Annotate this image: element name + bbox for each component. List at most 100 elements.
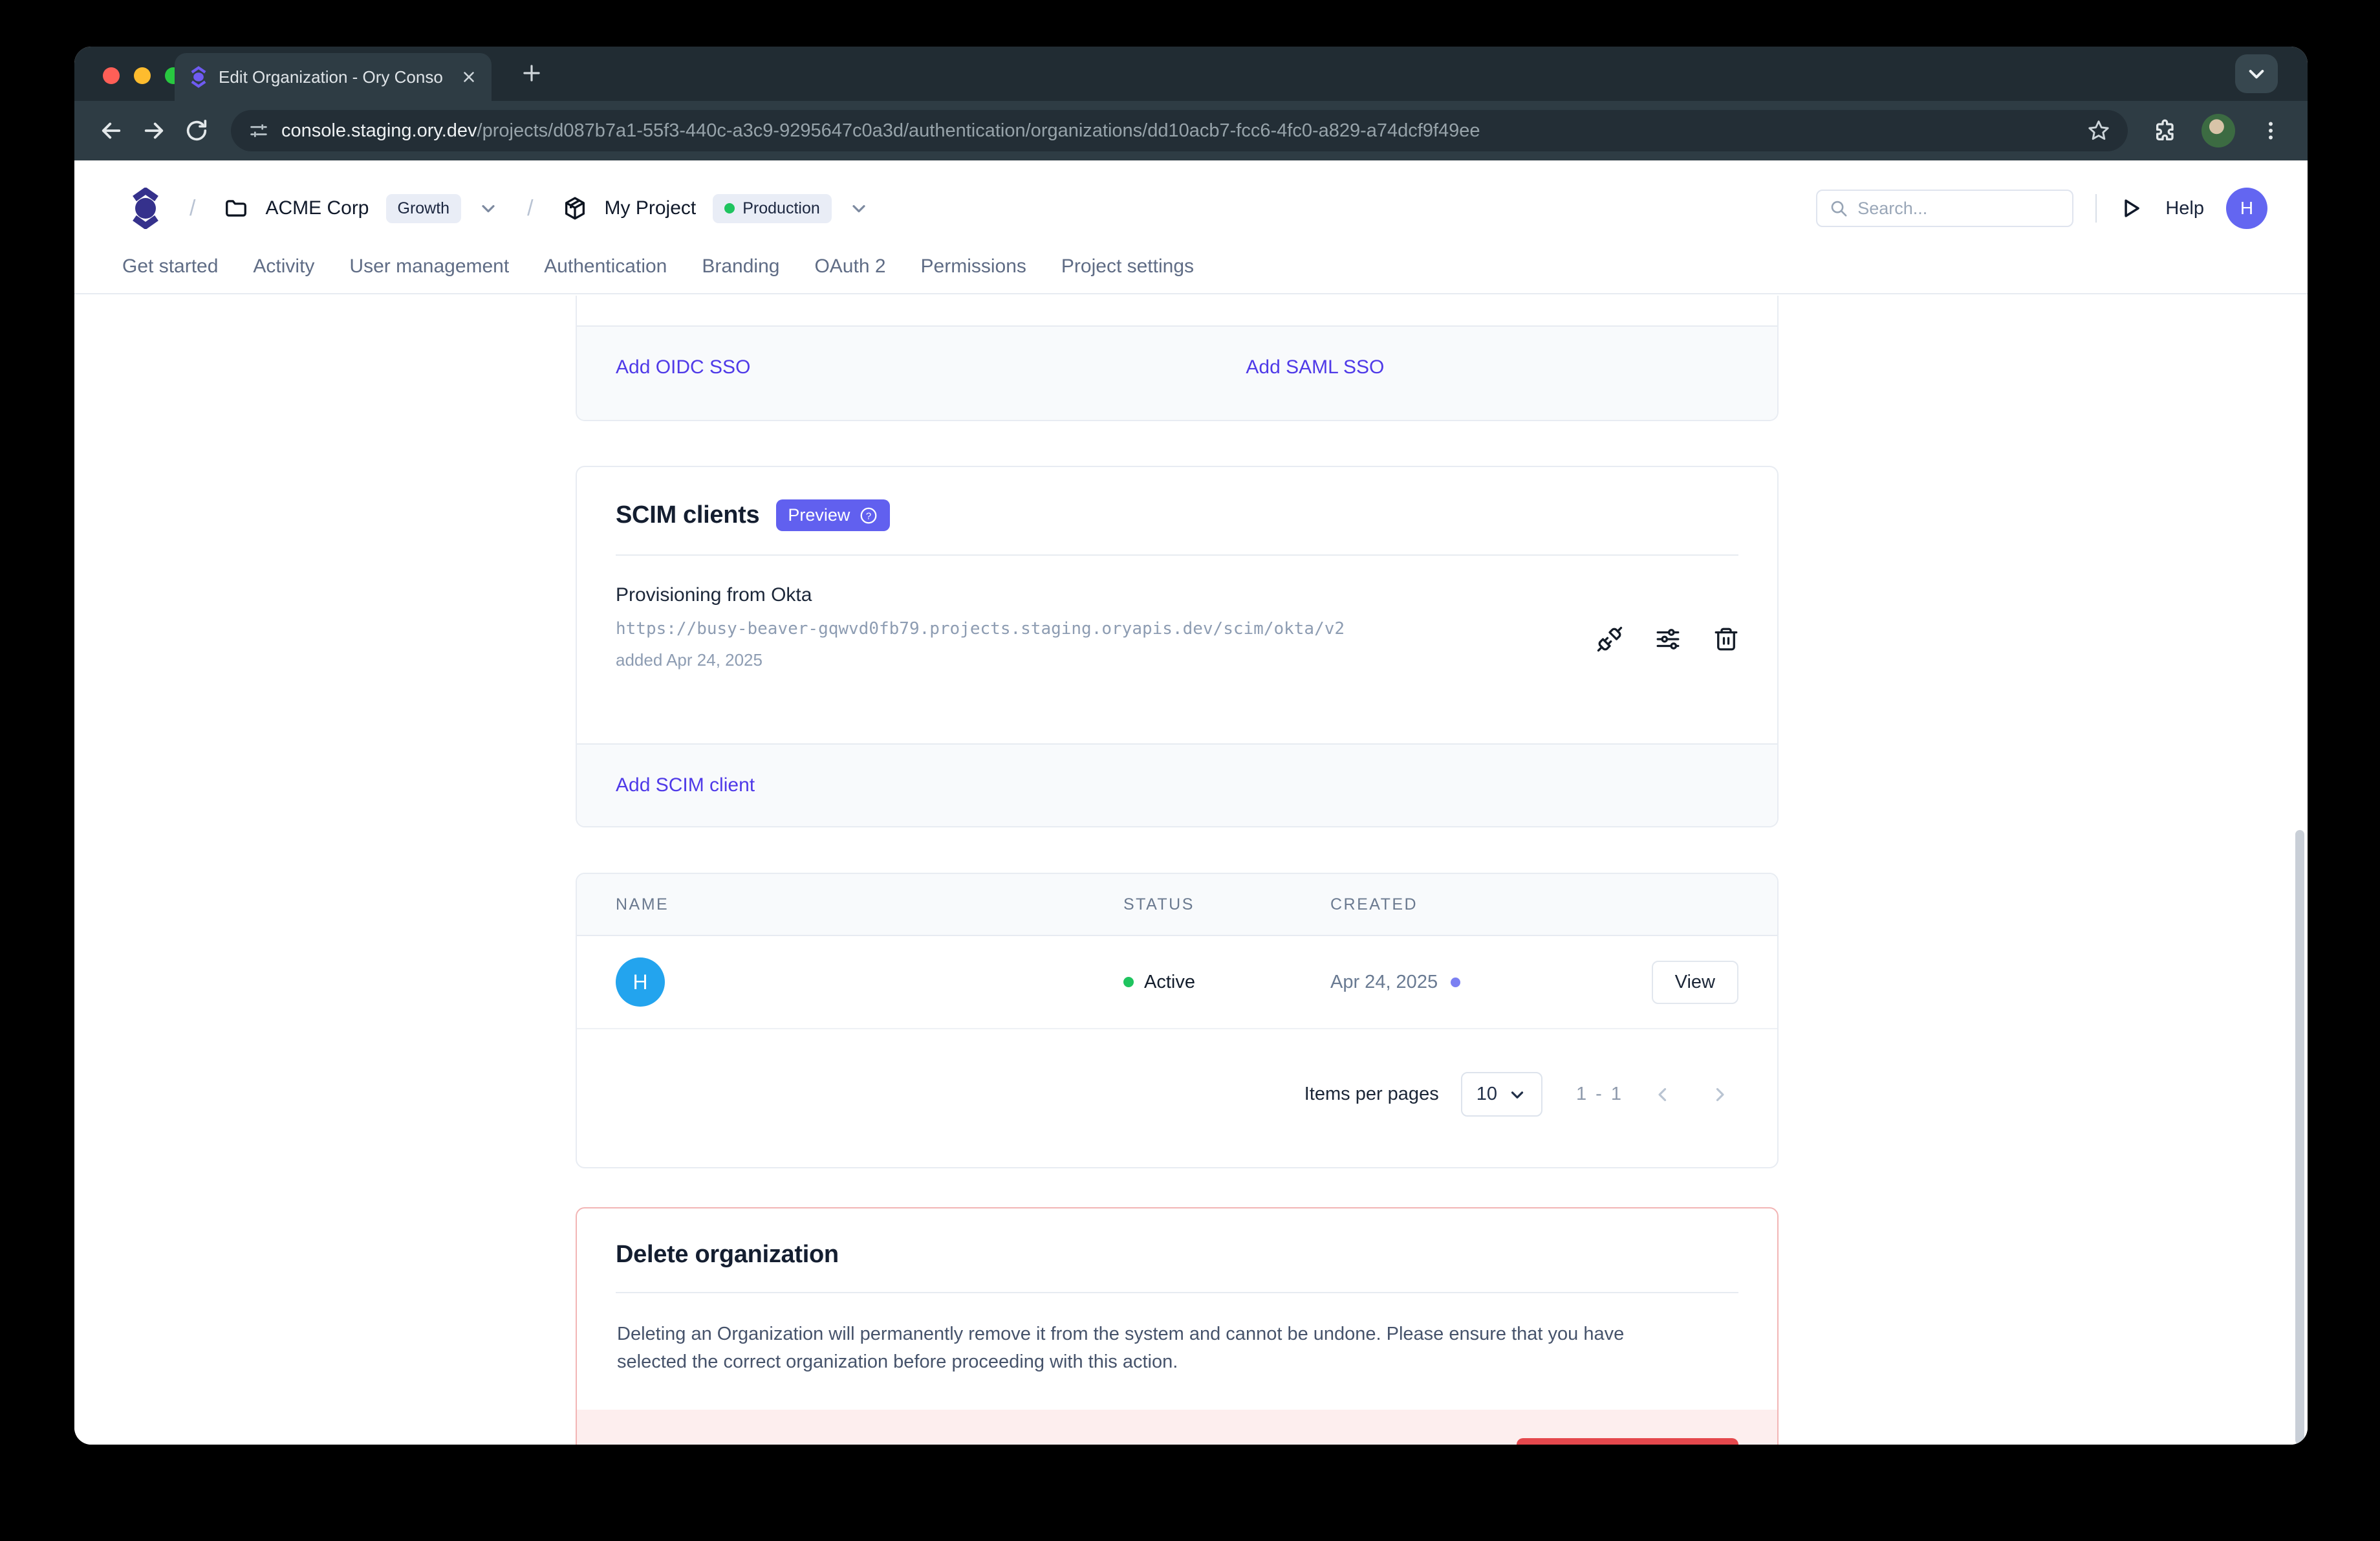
delete-description: Deleting an Organization will permanentl… xyxy=(577,1293,1676,1376)
url-host: console.staging.ory.dev xyxy=(281,120,477,141)
browser-profile-avatar[interactable] xyxy=(2202,114,2235,148)
extensions-icon[interactable] xyxy=(2147,112,2185,149)
nav-authentication[interactable]: Authentication xyxy=(544,256,667,278)
tab-strip: Edit Organization - Ory Conso xyxy=(74,47,2308,101)
forward-icon[interactable] xyxy=(135,112,173,149)
url-path: /projects/d087b7a1-55f3-440c-a3c9-929564… xyxy=(477,120,1480,141)
add-oidc-sso-link[interactable]: Add OIDC SSO xyxy=(616,356,750,378)
created-cell: Apr 24, 2025 xyxy=(1330,972,1628,993)
minimize-window-button[interactable] xyxy=(134,67,151,84)
delete-organization-card: Delete organization Deleting an Organiza… xyxy=(576,1207,1779,1445)
tab-search-button[interactable] xyxy=(2235,54,2278,93)
scim-client-row: Provisioning from Okta https://busy-beav… xyxy=(577,556,1777,711)
created-info-dot[interactable] xyxy=(1451,978,1460,987)
page-scrollbar[interactable] xyxy=(2295,830,2304,1445)
status-label: Active xyxy=(1144,972,1195,993)
project-chevron-down-icon[interactable] xyxy=(849,198,869,219)
previous-page-icon[interactable] xyxy=(1645,1084,1680,1106)
scim-card-title: SCIM clients xyxy=(616,501,759,529)
project-env-label: Production xyxy=(742,199,820,218)
app-header: / ACME Corp Growth / My Project xyxy=(74,160,2308,294)
unplug-icon[interactable] xyxy=(1596,626,1623,653)
column-header-name: NAME xyxy=(616,895,1123,914)
tab-title: Edit Organization - Ory Conso xyxy=(219,67,450,87)
nav-activity[interactable]: Activity xyxy=(253,256,314,278)
back-icon[interactable] xyxy=(92,112,130,149)
browser-tab[interactable]: Edit Organization - Ory Conso xyxy=(175,53,492,101)
org-avatar: H xyxy=(616,957,665,1007)
items-per-page-select[interactable]: 10 xyxy=(1461,1072,1542,1117)
primary-nav: Get started Activity User management Aut… xyxy=(74,242,2308,291)
run-play-icon[interactable] xyxy=(2119,196,2143,221)
env-status-dot xyxy=(724,203,735,213)
breadcrumb-separator: / xyxy=(515,196,545,221)
pagination: Items per pages 10 1 - 1 xyxy=(577,1029,1777,1167)
header-divider xyxy=(2095,194,2097,223)
search-box[interactable] xyxy=(1816,190,2073,227)
page-range: 1 - 1 xyxy=(1576,1084,1623,1105)
sliders-icon[interactable] xyxy=(1654,626,1682,653)
status-cell: Active xyxy=(1123,972,1330,993)
scim-card: SCIM clients Preview ? Provisioning from… xyxy=(576,466,1779,827)
url-text: console.staging.ory.dev/projects/d087b7a… xyxy=(281,120,1480,142)
breadcrumb: / ACME Corp Growth / My Project xyxy=(130,188,869,229)
nav-user-management[interactable]: User management xyxy=(349,256,509,278)
project-env-badge: Production xyxy=(713,194,832,223)
toolbar-right xyxy=(2143,112,2289,149)
project-name[interactable]: My Project xyxy=(605,197,697,219)
delete-organization-button[interactable]: Delete organization xyxy=(1517,1438,1738,1445)
nav-permissions[interactable]: Permissions xyxy=(921,256,1026,278)
items-per-page-label: Items per pages xyxy=(1304,1084,1439,1105)
select-chevron-down-icon xyxy=(1508,1085,1527,1104)
column-header-created: CREATED xyxy=(1330,895,1628,914)
preview-badge-label: Preview xyxy=(788,505,850,525)
search-input[interactable] xyxy=(1857,199,2061,219)
close-window-button[interactable] xyxy=(103,67,120,84)
info-icon[interactable]: ? xyxy=(859,506,878,525)
status-dot xyxy=(1123,977,1134,987)
add-saml-sso-link[interactable]: Add SAML SSO xyxy=(1246,356,1384,378)
ory-logo[interactable] xyxy=(130,188,161,229)
browser-toolbar: console.staging.ory.dev/projects/d087b7a… xyxy=(74,101,2308,160)
search-icon xyxy=(1829,197,1848,219)
breadcrumb-separator: / xyxy=(178,196,207,221)
items-per-page-value: 10 xyxy=(1477,1084,1497,1105)
scim-client-added: added Apr 24, 2025 xyxy=(616,650,1738,670)
trash-icon[interactable] xyxy=(1713,626,1740,653)
add-scim-client-link[interactable]: Add SCIM client xyxy=(616,774,755,796)
folder-icon xyxy=(224,196,248,221)
table-header-row: NAME STATUS CREATED xyxy=(577,874,1777,936)
organization-table-card: NAME STATUS CREATED H Active Apr 24, 202… xyxy=(576,873,1779,1168)
bookmark-star-icon[interactable] xyxy=(2086,118,2111,143)
browser-window: Edit Organization - Ory Conso console.st… xyxy=(74,47,2308,1445)
help-link[interactable]: Help xyxy=(2165,198,2204,219)
delete-card-footer: This action cannot be undone. Delete org… xyxy=(577,1410,1777,1445)
created-date: Apr 24, 2025 xyxy=(1330,972,1438,993)
new-tab-button[interactable] xyxy=(519,61,544,85)
svg-text:?: ? xyxy=(866,510,871,521)
table-row: H Active Apr 24, 2025 View xyxy=(577,936,1777,1029)
nav-project-settings[interactable]: Project settings xyxy=(1061,256,1194,278)
reload-icon[interactable] xyxy=(178,112,215,149)
view-button[interactable]: View xyxy=(1652,961,1738,1004)
tab-close-icon[interactable] xyxy=(460,69,477,85)
sso-card-footer: Add OIDC SSO Add SAML SSO xyxy=(577,325,1777,420)
workspace-chevron-down-icon[interactable] xyxy=(478,198,499,219)
scim-client-url: https://busy-beaver-gqwvd0fb79.projects.… xyxy=(616,619,1738,639)
column-header-status: STATUS xyxy=(1123,895,1330,914)
address-bar[interactable]: console.staging.ory.dev/projects/d087b7a… xyxy=(231,110,2128,151)
sso-card: Add OIDC SSO Add SAML SSO xyxy=(576,296,1779,421)
user-avatar[interactable]: H xyxy=(2226,188,2267,229)
workspace-name[interactable]: ACME Corp xyxy=(265,197,369,219)
nav-oauth2[interactable]: OAuth 2 xyxy=(814,256,885,278)
browser-menu-icon[interactable] xyxy=(2252,112,2289,149)
preview-badge: Preview ? xyxy=(776,499,890,531)
scim-client-name: Provisioning from Okta xyxy=(616,584,1738,606)
window-controls xyxy=(103,67,182,84)
scim-card-footer: Add SCIM client xyxy=(577,743,1777,826)
site-settings-icon[interactable] xyxy=(248,120,270,142)
nav-get-started[interactable]: Get started xyxy=(122,256,218,278)
next-page-icon[interactable] xyxy=(1702,1084,1737,1106)
nav-branding[interactable]: Branding xyxy=(702,256,779,278)
delete-card-title: Delete organization xyxy=(616,1241,839,1269)
